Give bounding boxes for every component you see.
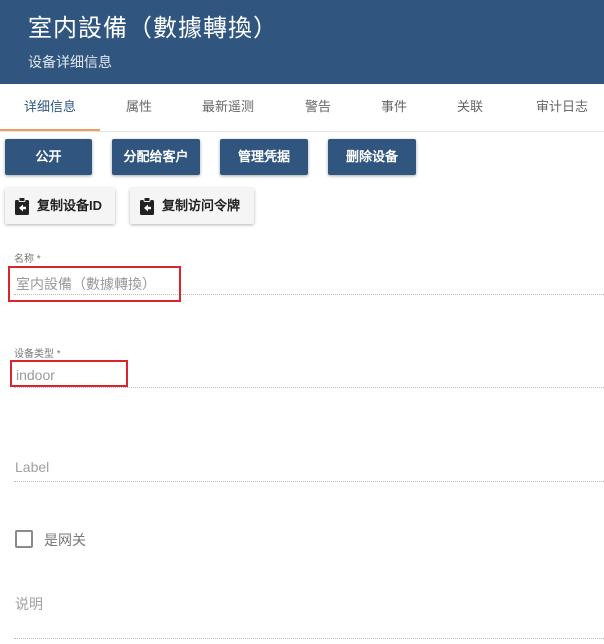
label-input[interactable]: Label — [15, 459, 49, 475]
label-field-underline — [14, 481, 604, 482]
delete-device-button[interactable]: 删除设备 — [328, 139, 416, 175]
make-public-button[interactable]: 公开 — [5, 139, 92, 175]
copy-access-token-label: 复制访问令牌 — [162, 198, 241, 213]
gateway-checkbox-label: 是网关 — [44, 532, 86, 548]
device-title: 室内設備（數據轉換） — [28, 15, 278, 42]
page-header: 室内設備（數據轉換） 设备详细信息 — [0, 0, 604, 84]
copy-device-id-label: 复制设备ID — [37, 198, 103, 213]
copy-access-token-button[interactable]: 复制访问令牌 — [130, 188, 254, 224]
name-field-label: 名称 * — [14, 254, 41, 265]
description-input[interactable]: 说明 — [15, 594, 43, 614]
manage-credentials-button[interactable]: 管理凭据 — [220, 139, 308, 175]
device-type-field-underline — [14, 387, 604, 388]
tab-latest-telemetry[interactable]: 最新遥测 — [190, 84, 266, 132]
tab-bar: 详细信息 属性 最新遥测 警告 事件 关联 审计日志 — [0, 84, 604, 132]
tab-events[interactable]: 事件 — [368, 84, 420, 132]
assign-customer-button[interactable]: 分配给客户 — [112, 139, 200, 175]
description-field-underline — [14, 638, 604, 639]
tab-relations[interactable]: 关联 — [444, 84, 496, 132]
tab-alarms[interactable]: 警告 — [292, 84, 344, 132]
name-highlight-box — [8, 266, 181, 302]
device-type-highlight-box — [10, 360, 128, 387]
device-subtitle: 设备详细信息 — [28, 54, 112, 70]
copy-device-id-button[interactable]: 复制设备ID — [5, 188, 115, 224]
clipboard-arrow-icon — [15, 197, 29, 215]
gateway-checkbox[interactable] — [15, 530, 33, 548]
clipboard-arrow-icon — [140, 197, 154, 215]
tab-attributes[interactable]: 属性 — [114, 84, 164, 132]
tab-audit-logs[interactable]: 审计日志 — [522, 84, 602, 132]
tab-details[interactable]: 详细信息 — [0, 84, 100, 132]
active-tab-indicator — [0, 129, 100, 131]
device-type-field-label: 设备类型 * — [14, 349, 61, 360]
